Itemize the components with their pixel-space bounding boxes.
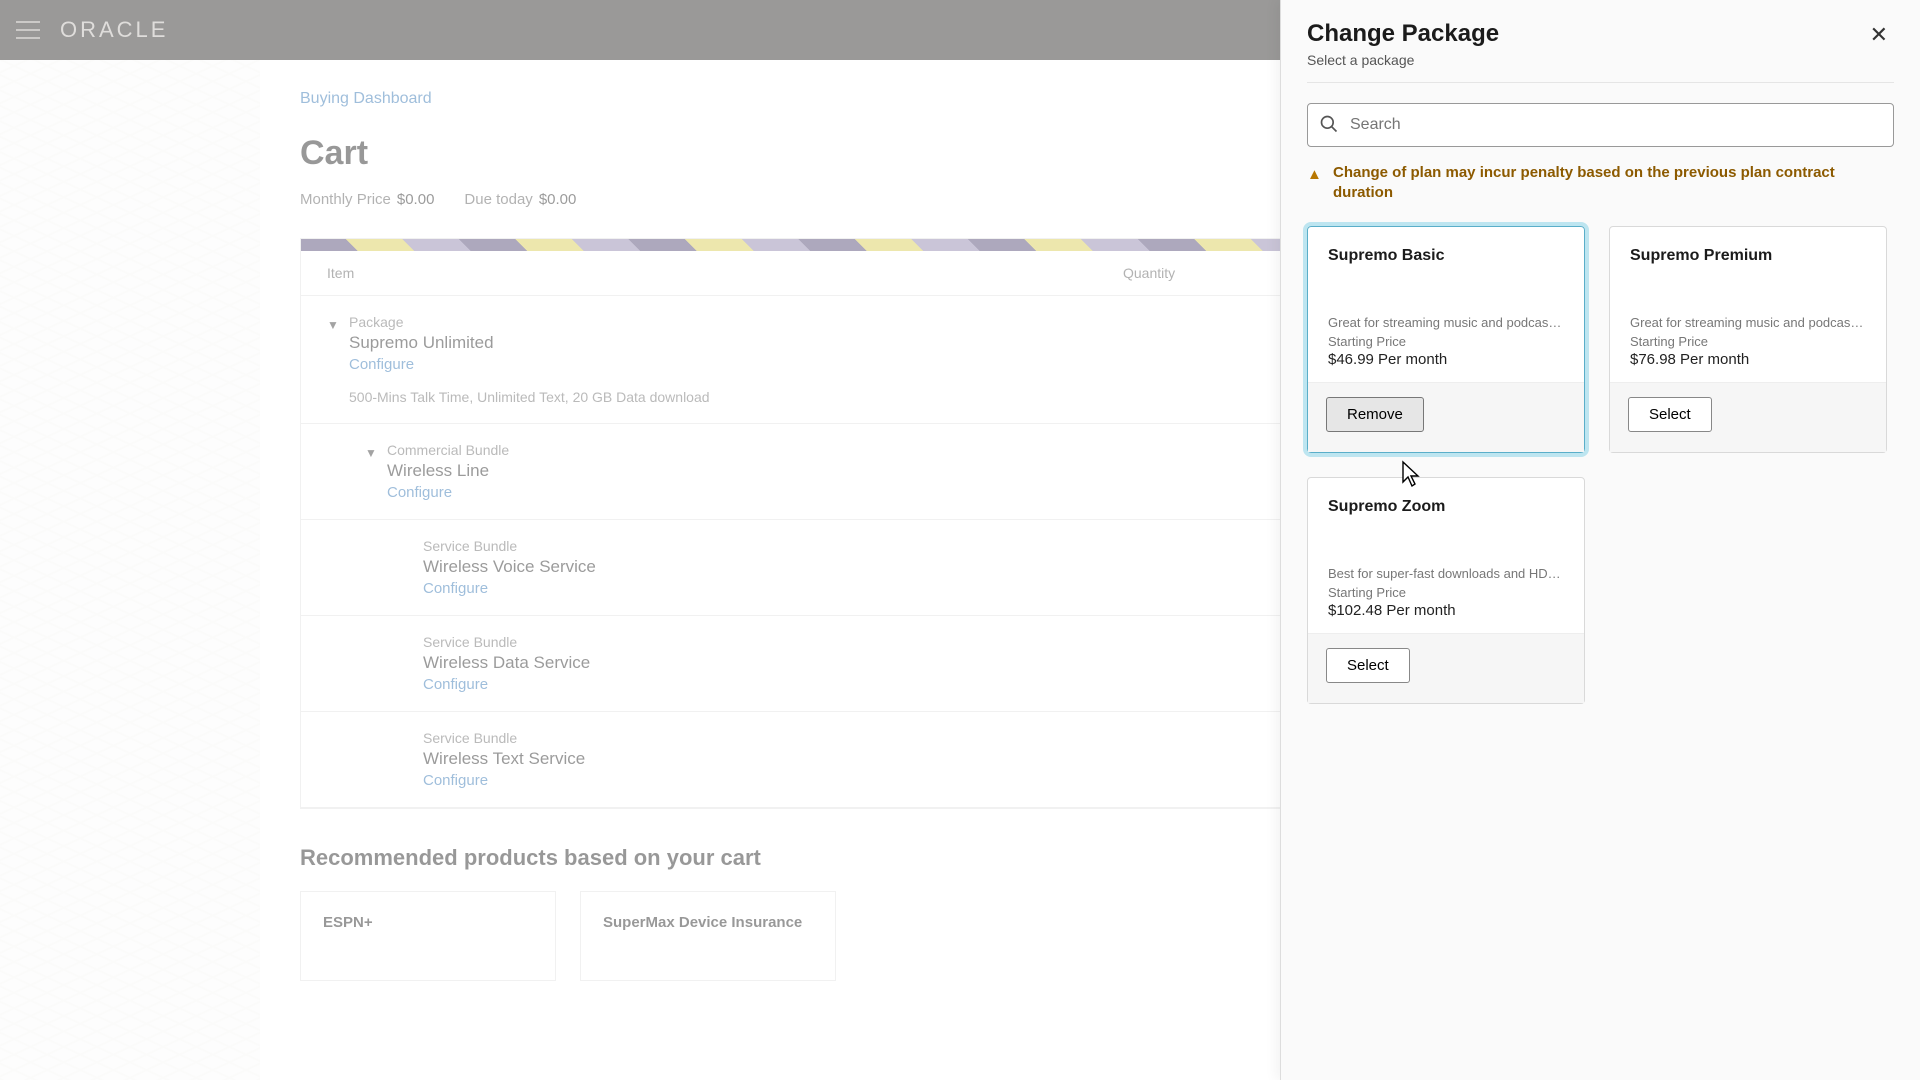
modal-scrim[interactable] [0, 0, 1280, 1080]
select-button[interactable]: Select [1326, 648, 1410, 683]
close-icon[interactable]: ✕ [1864, 20, 1894, 50]
starting-price-label: Starting Price [1630, 334, 1866, 349]
package-name: Supremo Premium [1630, 247, 1866, 265]
package-card: Supremo Zoom Best for super-fast download… [1307, 477, 1585, 704]
package-card: Supremo Premium Great for streaming music… [1609, 226, 1887, 453]
package-price: $102.48 Per month [1328, 602, 1564, 619]
package-price: $46.99 Per month [1328, 351, 1564, 368]
package-description: Best for super-fast downloads and HD s… [1328, 566, 1564, 581]
package-card: Supremo Basic Great for streaming music a… [1307, 226, 1585, 453]
search-icon [1319, 114, 1339, 134]
starting-price-label: Starting Price [1328, 585, 1564, 600]
warning-banner: ▲ Change of plan may incur penalty based… [1307, 163, 1894, 204]
search-input[interactable] [1307, 103, 1894, 147]
package-price: $76.98 Per month [1630, 351, 1866, 368]
drawer-title: Change Package [1307, 20, 1499, 48]
starting-price-label: Starting Price [1328, 334, 1564, 349]
warning-text: Change of plan may incur penalty based o… [1333, 163, 1894, 204]
drawer-subtitle: Select a package [1307, 52, 1499, 68]
package-name: Supremo Basic [1328, 247, 1564, 265]
package-name: Supremo Zoom [1328, 498, 1564, 516]
search-box [1307, 103, 1894, 147]
package-description: Great for streaming music and podcasts… [1328, 315, 1564, 330]
select-button[interactable]: Select [1628, 397, 1712, 432]
warning-icon: ▲ [1307, 163, 1323, 204]
package-description: Great for streaming music and podcasts… [1630, 315, 1866, 330]
change-package-drawer: Change Package Select a package ✕ ▲ Chan… [1280, 0, 1920, 1080]
remove-button[interactable]: Remove [1326, 397, 1424, 432]
